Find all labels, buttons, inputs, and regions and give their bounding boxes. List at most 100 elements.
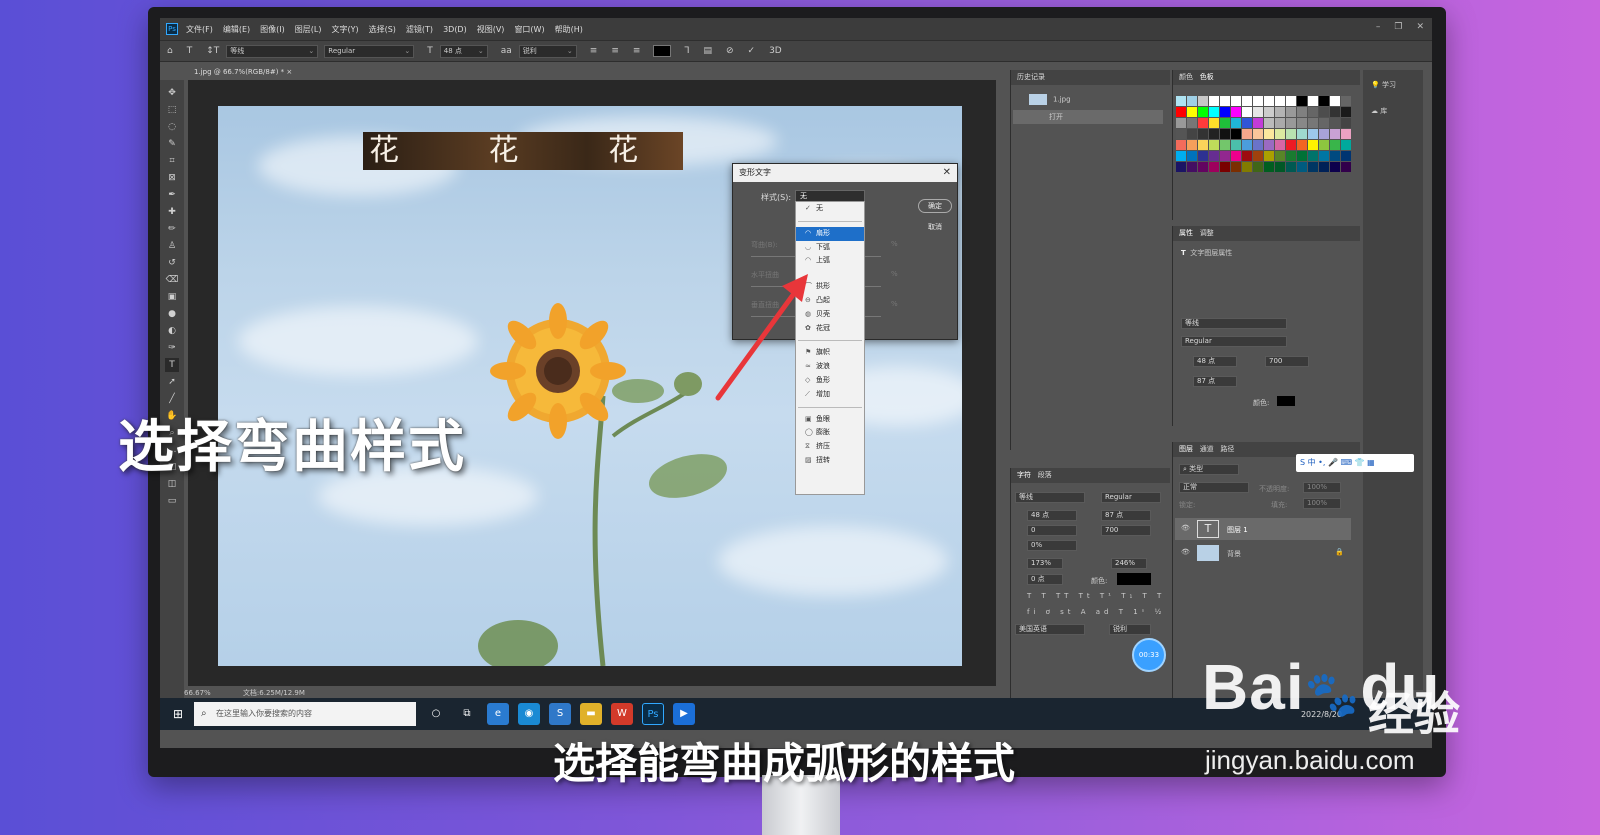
- color-swatch[interactable]: [1286, 162, 1296, 172]
- color-swatch[interactable]: [1264, 118, 1274, 128]
- menu-select[interactable]: 选择(S): [369, 24, 396, 35]
- tab-properties[interactable]: 属性: [1179, 229, 1193, 237]
- type-tool-icon[interactable]: T: [187, 46, 193, 56]
- color-swatch[interactable]: [1264, 140, 1274, 150]
- crop-tool-icon[interactable]: ⌗: [165, 154, 179, 168]
- char-hscale[interactable]: 246%: [1111, 558, 1147, 569]
- file-explorer-icon[interactable]: ▬: [580, 703, 602, 725]
- color-swatch[interactable]: [1253, 118, 1263, 128]
- dodge-tool-icon[interactable]: ◐: [165, 324, 179, 338]
- stamp-tool-icon[interactable]: ♙: [165, 239, 179, 253]
- quick-select-tool-icon[interactable]: ✎: [165, 137, 179, 151]
- color-swatch[interactable]: [1275, 118, 1285, 128]
- char-font-family[interactable]: 等线: [1015, 492, 1085, 503]
- align-left-icon[interactable]: ≡: [590, 46, 598, 56]
- color-swatch[interactable]: [1253, 107, 1263, 117]
- color-swatch[interactable]: [1341, 162, 1351, 172]
- color-swatch[interactable]: [1209, 151, 1219, 161]
- history-snapshot[interactable]: 1.jpg: [1029, 94, 1071, 105]
- cancel-button[interactable]: 取消: [918, 221, 952, 235]
- props-font-style[interactable]: Regular: [1181, 336, 1287, 347]
- color-swatch[interactable]: [1242, 96, 1252, 106]
- color-swatch[interactable]: [1275, 107, 1285, 117]
- color-swatch[interactable]: [1198, 140, 1208, 150]
- color-swatch[interactable]: [1308, 162, 1318, 172]
- props-font-size[interactable]: 48 点: [1193, 356, 1237, 367]
- document-tab[interactable]: 1.jpg @ 66.7%(RGB/8#) * ×: [190, 65, 300, 79]
- color-swatch[interactable]: [1319, 129, 1329, 139]
- color-swatch[interactable]: [1198, 96, 1208, 106]
- ok-button[interactable]: 确定: [918, 199, 952, 213]
- menu-type[interactable]: 文字(Y): [331, 24, 358, 35]
- tab-character[interactable]: 字符: [1017, 471, 1031, 479]
- char-font-style[interactable]: Regular: [1101, 492, 1161, 503]
- color-swatch[interactable]: [1220, 118, 1230, 128]
- color-swatch[interactable]: [1308, 151, 1318, 161]
- tab-color[interactable]: 颜色: [1179, 73, 1193, 81]
- eraser-tool-icon[interactable]: ⌫: [165, 273, 179, 287]
- color-swatch[interactable]: [1187, 118, 1197, 128]
- fill-field[interactable]: 100%: [1303, 498, 1341, 509]
- color-swatch[interactable]: [1176, 129, 1186, 139]
- warp-option-squeeze[interactable]: ⧖ 挤压: [796, 440, 864, 454]
- color-swatch[interactable]: [1275, 162, 1285, 172]
- color-swatch[interactable]: [1341, 96, 1351, 106]
- color-swatch[interactable]: [1264, 151, 1274, 161]
- frame-tool-icon[interactable]: ⊠: [165, 171, 179, 185]
- color-swatch[interactable]: [1231, 129, 1241, 139]
- wps-icon[interactable]: W: [611, 703, 633, 725]
- char-size[interactable]: 48 点: [1027, 510, 1077, 521]
- color-swatch[interactable]: [1220, 129, 1230, 139]
- color-swatch[interactable]: [1187, 151, 1197, 161]
- char-scale[interactable]: 0%: [1027, 540, 1077, 551]
- learn-button[interactable]: 💡 学习: [1371, 80, 1396, 90]
- warp-option-arc-upper[interactable]: ◠ 上弧: [796, 254, 864, 268]
- color-swatch[interactable]: [1242, 140, 1252, 150]
- char-opentype-buttons[interactable]: fi ơ st A ad T 1ˢ ½: [1027, 608, 1165, 616]
- restore-icon[interactable]: ❐: [1394, 22, 1402, 32]
- warp-option-fisheye[interactable]: ▣ 鱼眼: [796, 413, 864, 427]
- color-swatch[interactable]: [1319, 107, 1329, 117]
- color-swatch[interactable]: [1341, 129, 1351, 139]
- color-swatch[interactable]: [1187, 96, 1197, 106]
- eyedropper-tool-icon[interactable]: ✒: [165, 188, 179, 202]
- color-swatch[interactable]: [1187, 140, 1197, 150]
- color-swatch[interactable]: [1220, 107, 1230, 117]
- text-layer[interactable]: 花 花 花 花: [363, 132, 683, 170]
- color-swatch[interactable]: [1198, 151, 1208, 161]
- brush-tool-icon[interactable]: ✏: [165, 222, 179, 236]
- menu-edit[interactable]: 编辑(E): [223, 24, 250, 35]
- task-view-icon[interactable]: ⧉: [456, 703, 478, 725]
- color-swatch[interactable]: [1319, 118, 1329, 128]
- path-select-icon[interactable]: ➚: [165, 375, 179, 389]
- video-app-icon[interactable]: ▶: [673, 703, 695, 725]
- color-swatch[interactable]: [1220, 96, 1230, 106]
- close-icon[interactable]: ✕: [1416, 22, 1424, 32]
- color-swatch[interactable]: [1341, 118, 1351, 128]
- color-swatch[interactable]: [1242, 162, 1252, 172]
- tab-layers[interactable]: 图层: [1179, 445, 1193, 453]
- color-swatch[interactable]: [1198, 107, 1208, 117]
- color-swatch[interactable]: [1341, 140, 1351, 150]
- font-style-select[interactable]: Regular ⌄: [324, 44, 415, 58]
- color-swatch[interactable]: [1231, 140, 1241, 150]
- eye-icon[interactable]: 👁: [1181, 548, 1190, 556]
- pen-tool-icon[interactable]: ✑: [165, 341, 179, 355]
- menu-3d[interactable]: 3D(D): [443, 25, 467, 34]
- color-swatch[interactable]: [1286, 96, 1296, 106]
- char-color-swatch[interactable]: [1117, 573, 1151, 585]
- menu-image[interactable]: 图像(I): [260, 24, 285, 35]
- tab-channels[interactable]: 通道: [1200, 445, 1214, 453]
- color-swatch[interactable]: [1341, 151, 1351, 161]
- color-swatch[interactable]: [1176, 162, 1186, 172]
- color-swatch[interactable]: [1319, 151, 1329, 161]
- marquee-tool-icon[interactable]: ⬚: [165, 103, 179, 117]
- color-swatch[interactable]: [1264, 107, 1274, 117]
- opacity-field[interactable]: 100%: [1303, 482, 1341, 493]
- color-swatch[interactable]: [1297, 140, 1307, 150]
- char-style-buttons[interactable]: T T TT Tt T¹ T₁ T T: [1027, 592, 1165, 600]
- char-antialias[interactable]: 锐利: [1109, 624, 1151, 635]
- lasso-tool-icon[interactable]: ◌: [165, 120, 179, 134]
- history-brush-icon[interactable]: ↺: [165, 256, 179, 270]
- color-swatch[interactable]: [1209, 96, 1219, 106]
